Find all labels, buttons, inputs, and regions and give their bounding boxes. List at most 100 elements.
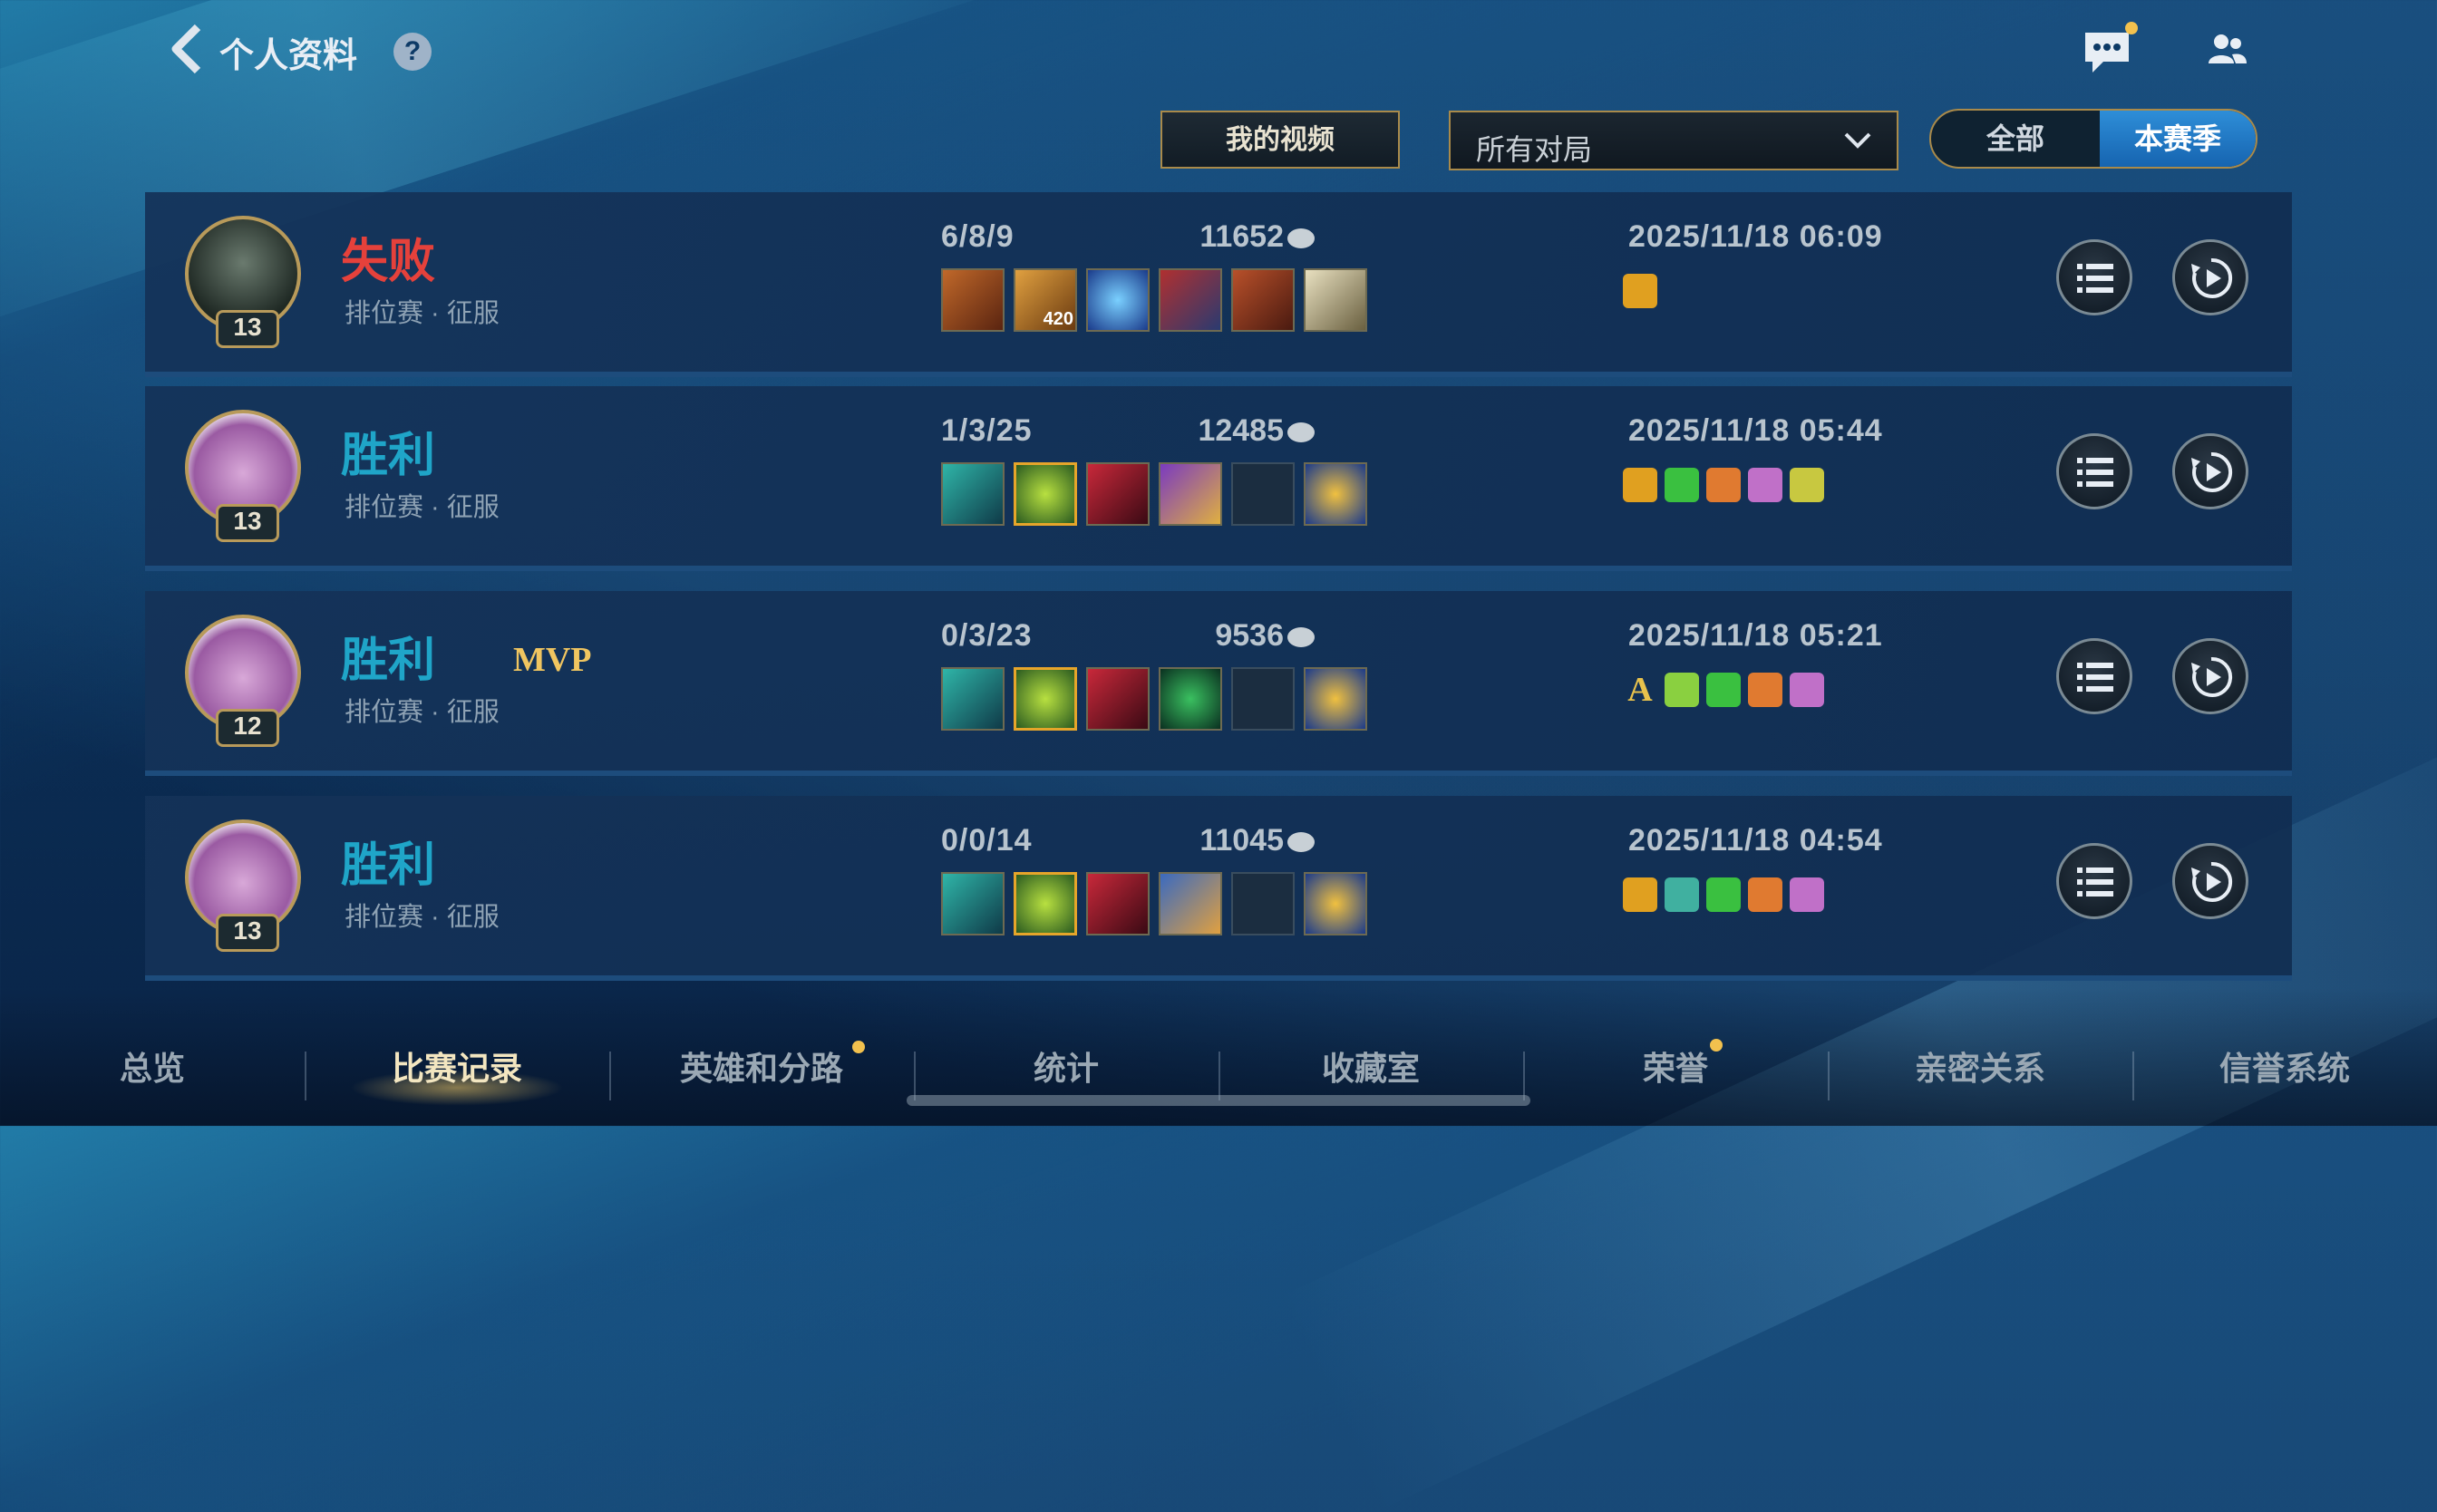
badge-icon	[1790, 673, 1824, 707]
tab-stats[interactable]: 统计	[914, 1042, 1218, 1090]
match-details-button[interactable]	[2056, 433, 2132, 509]
gold-coin-icon	[1287, 627, 1315, 648]
empty-item-slot	[1231, 667, 1295, 731]
champion-level: 13	[216, 914, 279, 952]
gold-earned: 12485	[1106, 413, 1315, 449]
match-row[interactable]: 13 胜利 排位赛 · 征服 0/0/14 11045 2025/11/18 0…	[145, 796, 2292, 981]
item-icon	[1304, 872, 1367, 935]
friends-icon[interactable]	[2201, 25, 2252, 76]
tab-relationships[interactable]: 亲密关系	[1828, 1042, 2132, 1090]
badge-icon	[1748, 468, 1782, 502]
champion-level: 13	[216, 310, 279, 348]
badge-icon	[1623, 468, 1657, 502]
match-result: 胜利	[341, 430, 436, 482]
badge-icon	[1665, 877, 1699, 912]
badge-icon	[1623, 877, 1657, 912]
replay-button[interactable]	[2172, 843, 2248, 919]
item-icon	[1304, 462, 1367, 526]
match-row[interactable]: 12 胜利 MVP 排位赛 · 征服 0/3/23 9536 2025/11/1…	[145, 591, 2292, 776]
replay-button[interactable]	[2172, 239, 2248, 315]
match-mode: 排位赛 · 征服	[345, 493, 500, 522]
badge-icon	[1623, 274, 1657, 308]
gold-coin-icon	[1287, 832, 1315, 853]
kda: 0/0/14	[941, 823, 1033, 858]
match-details-button[interactable]	[2056, 843, 2132, 919]
gold-earned: 9536	[1106, 618, 1315, 654]
chevron-down-icon	[1844, 132, 1871, 149]
chevron-left-icon[interactable]	[169, 22, 205, 76]
achievement-badges: A	[1623, 673, 1831, 716]
gold-value: 11045	[1199, 823, 1284, 858]
item-icon	[941, 268, 1005, 332]
gold-earned: 11045	[1106, 823, 1315, 858]
badge-icon	[1665, 673, 1699, 707]
gold-value: 12485	[1198, 413, 1284, 448]
gold-value: 9536	[1215, 618, 1284, 653]
match-datetime: 2025/11/18 06:09	[1628, 219, 1883, 254]
replay-icon	[2191, 656, 2233, 697]
champion-level: 12	[216, 709, 279, 747]
gold-value: 11652	[1199, 219, 1284, 254]
tab-overview[interactable]: 总览	[0, 1042, 305, 1090]
badge-icon	[1706, 877, 1741, 912]
match-row[interactable]: 13 胜利 排位赛 · 征服 1/3/25 12485 2025/11/18 0…	[145, 386, 2292, 571]
item-icon	[1086, 872, 1150, 935]
notification-dot	[1710, 1039, 1723, 1052]
match-result: 失败	[341, 236, 436, 288]
achievement-badges	[1623, 274, 1665, 317]
item-icon	[1014, 667, 1077, 731]
match-row[interactable]: 13 失败 排位赛 · 征服 6/8/9 11652 420 2025/11/1…	[145, 192, 2292, 377]
item-icon: 420	[1014, 268, 1077, 332]
item-icon	[1159, 268, 1222, 332]
item-icon	[1159, 462, 1222, 526]
kda: 6/8/9	[941, 219, 1015, 254]
replay-button[interactable]	[2172, 638, 2248, 714]
bottom-nav: 总览 比赛记录 英雄和分路 统计 收藏室 荣誉 亲密关系 信誉系统	[0, 988, 2437, 1126]
list-icon	[2077, 264, 2113, 293]
item-icon	[941, 872, 1005, 935]
match-type-dropdown[interactable]: 所有对局	[1449, 111, 1898, 170]
list-icon	[2077, 867, 2113, 897]
gold-coin-icon	[1287, 228, 1315, 249]
tab-collection[interactable]: 收藏室	[1218, 1042, 1523, 1090]
badge-icon	[1790, 468, 1824, 502]
tab-honor[interactable]: 荣誉	[1523, 1042, 1828, 1090]
kda: 1/3/25	[941, 413, 1033, 448]
tab-match-history[interactable]: 比赛记录	[305, 1042, 609, 1090]
chat-bubble-icon[interactable]	[2082, 25, 2132, 76]
badge-icon	[1706, 468, 1741, 502]
item-icon	[1159, 667, 1222, 731]
match-mode: 排位赛 · 征服	[345, 698, 500, 727]
my-videos-button[interactable]: 我的视频	[1160, 111, 1400, 169]
list-icon	[2077, 663, 2113, 692]
item-icon	[1159, 872, 1222, 935]
replay-button[interactable]	[2172, 433, 2248, 509]
mvp-badge: MVP	[513, 641, 592, 679]
match-details-button[interactable]	[2056, 638, 2132, 714]
match-datetime: 2025/11/18 05:44	[1628, 413, 1883, 448]
tab-credit-system[interactable]: 信誉系统	[2132, 1042, 2437, 1090]
match-details-button[interactable]	[2056, 239, 2132, 315]
season-current-option[interactable]: 本赛季	[2100, 111, 2256, 167]
empty-item-slot	[1231, 462, 1295, 526]
champion-level: 13	[216, 504, 279, 542]
help-icon[interactable]: ?	[393, 33, 432, 71]
item-icon	[1086, 268, 1150, 332]
badge-icon	[1748, 877, 1782, 912]
match-datetime: 2025/11/18 05:21	[1628, 618, 1883, 653]
replay-icon	[2191, 257, 2233, 298]
item-icon	[1231, 268, 1295, 332]
tab-heroes-lanes[interactable]: 英雄和分路	[609, 1042, 914, 1090]
replay-icon	[2191, 861, 2233, 902]
item-icon	[1014, 872, 1077, 935]
season-toggle[interactable]: 全部 本赛季	[1929, 109, 2257, 169]
season-all-option[interactable]: 全部	[1931, 111, 2100, 167]
item-icon	[1086, 667, 1150, 731]
scroll-indicator[interactable]	[907, 1095, 1530, 1106]
item-icon	[1086, 462, 1150, 526]
replay-icon	[2191, 451, 2233, 492]
match-result: 胜利	[341, 839, 436, 892]
item-icon	[941, 462, 1005, 526]
badge-icon	[1706, 673, 1741, 707]
achievement-badges	[1623, 468, 1831, 511]
